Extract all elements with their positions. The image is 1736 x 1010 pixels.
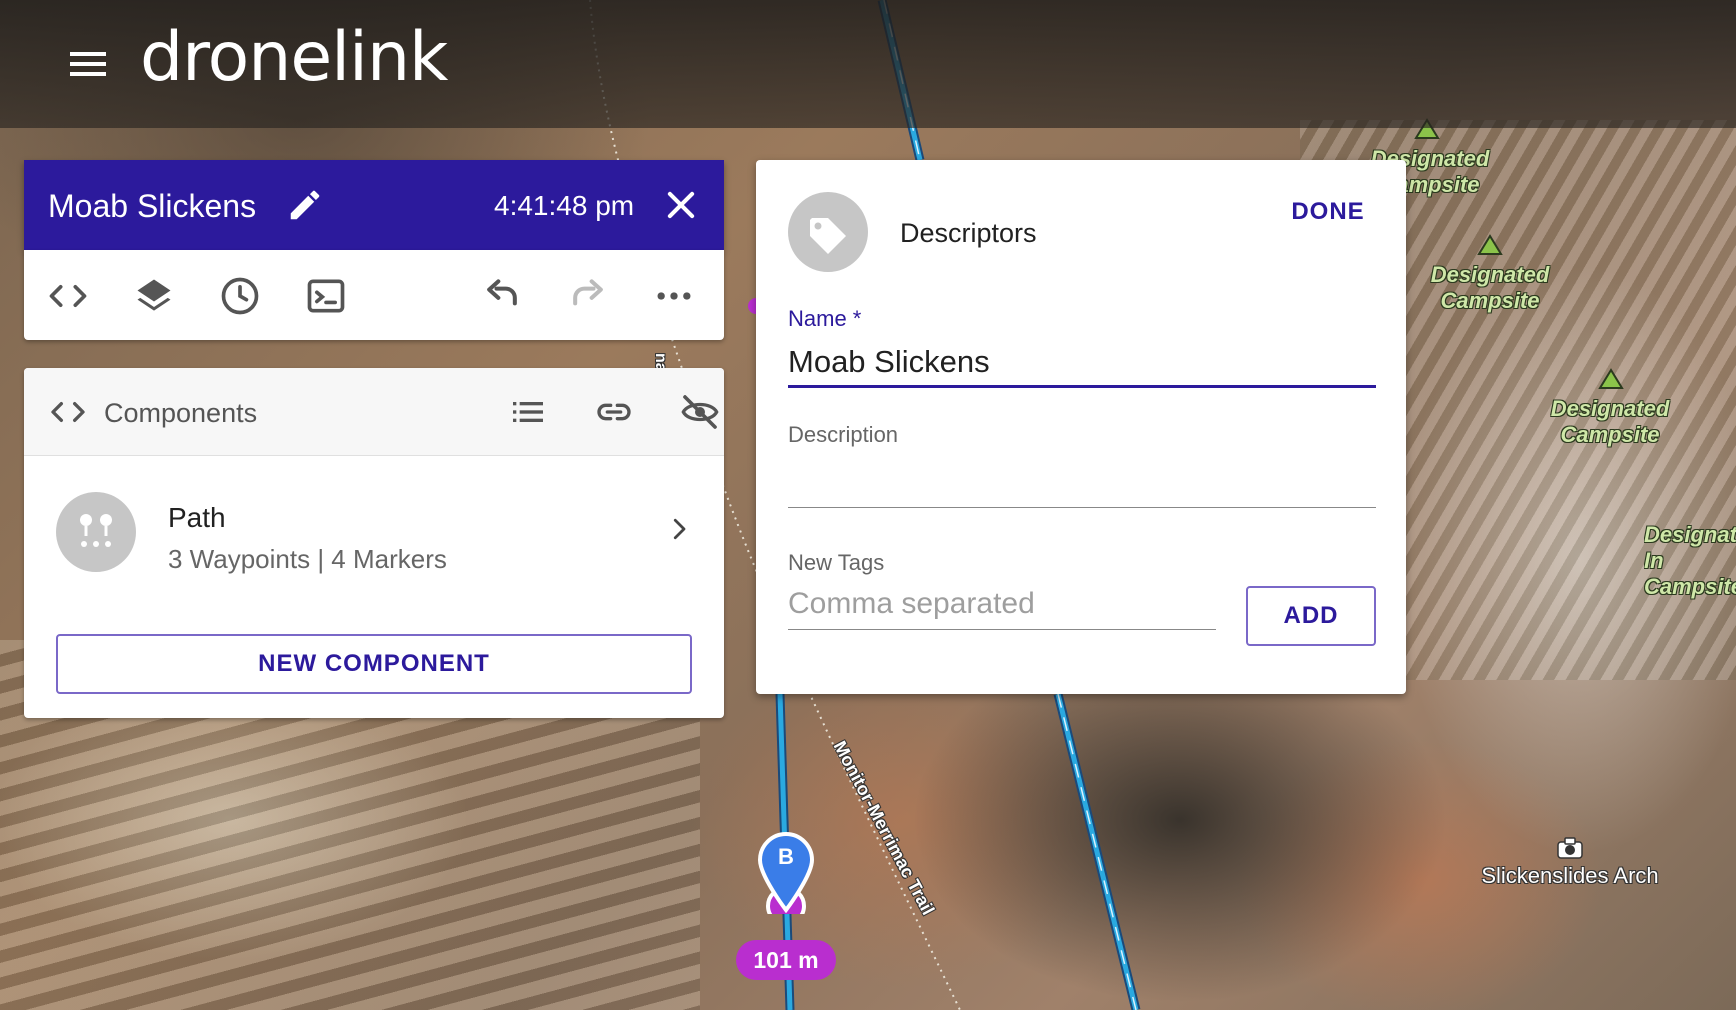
edit-pencil-icon[interactable] xyxy=(286,186,324,224)
campsite-icon xyxy=(1477,234,1503,255)
tags-input[interactable] xyxy=(788,578,1216,630)
name-field[interactable] xyxy=(788,338,1376,388)
distance-badge: 101 m xyxy=(736,940,836,980)
close-icon[interactable] xyxy=(662,186,700,224)
code-icon[interactable] xyxy=(46,274,90,318)
tag-icon xyxy=(788,192,868,272)
menu-icon[interactable] xyxy=(62,44,114,84)
list-item[interactable]: Path 3 Waypoints | 4 Markers xyxy=(24,456,724,596)
history-clock-icon[interactable] xyxy=(218,274,262,318)
camera-icon xyxy=(1557,837,1583,859)
plan-header: Moab Slickens 4:41:48 pm xyxy=(24,160,724,250)
descriptors-dialog: Descriptors DONE Name * Description New … xyxy=(756,160,1406,694)
component-subtitle: 3 Waypoints | 4 Markers xyxy=(168,544,447,574)
plan-title: Moab Slickens xyxy=(48,188,257,224)
visibility-off-icon[interactable] xyxy=(680,392,720,432)
description-field[interactable] xyxy=(788,456,1376,508)
components-title: Components xyxy=(104,398,258,428)
map-marker[interactable]: B xyxy=(756,830,816,926)
add-tags-button[interactable]: ADD xyxy=(1246,586,1376,646)
redo-icon[interactable] xyxy=(566,274,610,318)
path-icon xyxy=(56,492,136,572)
description-field-label: Description xyxy=(788,422,899,447)
plan-clock: 4:41:48 pm xyxy=(494,190,635,221)
new-component-button[interactable]: NEW COMPONENT xyxy=(56,634,692,694)
plan-toolbar xyxy=(24,250,724,340)
undo-icon[interactable] xyxy=(480,274,524,318)
terminal-icon[interactable] xyxy=(304,274,348,318)
more-options-icon[interactable] xyxy=(652,274,696,318)
code-icon xyxy=(51,402,85,422)
name-field-label: Name * xyxy=(788,306,862,331)
components-header: Components xyxy=(24,368,724,456)
campsite-label: Designated In Campsite xyxy=(1644,522,1736,599)
components-card: Components Path 3 Waypoints | 4 Markers xyxy=(24,368,724,718)
chevron-right-icon xyxy=(673,518,686,540)
campsite-label: Designated Campsite xyxy=(1550,396,1670,447)
tags-field-label: New Tags xyxy=(788,550,885,575)
list-icon[interactable] xyxy=(508,392,548,432)
brand-logo: dronelink xyxy=(140,18,448,97)
marker-letter: B xyxy=(778,844,794,869)
dialog-title: Descriptors xyxy=(900,218,1037,248)
app-bar: dronelink xyxy=(0,0,1736,128)
link-icon[interactable] xyxy=(594,392,634,432)
layers-icon[interactable] xyxy=(132,274,176,318)
campsite-icon xyxy=(1598,368,1624,389)
component-title: Path xyxy=(168,502,226,533)
done-button[interactable]: DONE xyxy=(1278,190,1378,234)
campsite-label: Designated Campsite xyxy=(1430,262,1550,313)
poi-label: Slickenslides Arch xyxy=(1481,863,1659,888)
